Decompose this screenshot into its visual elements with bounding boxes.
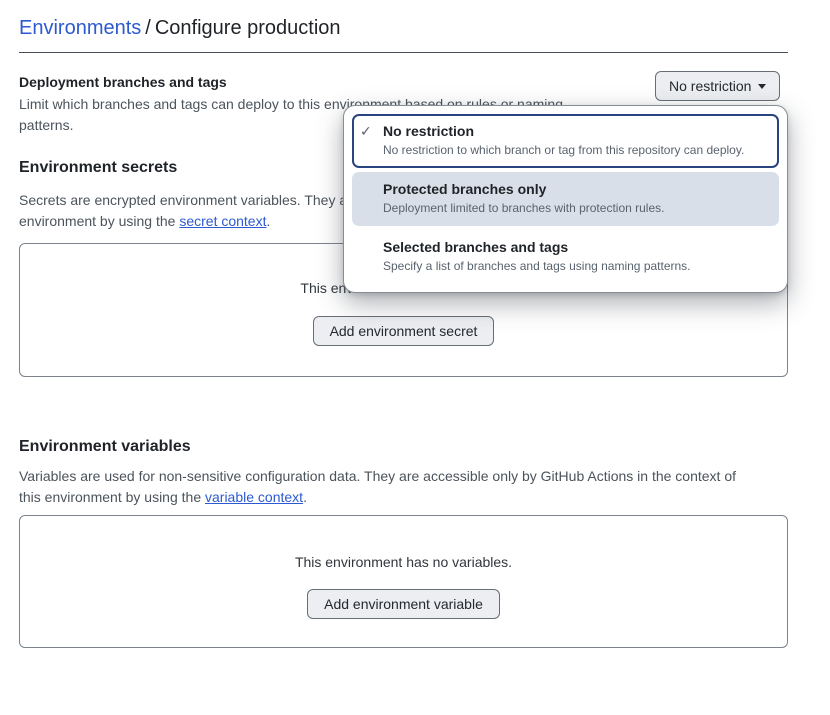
page-title: Configure production bbox=[155, 17, 341, 39]
menu-item-description: Deployment limited to branches with prot… bbox=[383, 199, 664, 218]
variables-empty-box: This environment has no variables. Add e… bbox=[19, 515, 788, 648]
environment-variables-description: Variables are used for non-sensitive con… bbox=[19, 466, 788, 508]
variable-context-link[interactable]: variable context bbox=[205, 489, 303, 505]
menu-item-selected-branches[interactable]: Selected branches and tags Specify a lis… bbox=[352, 230, 779, 284]
menu-item-no-restriction[interactable]: ✓ No restriction No restriction to which… bbox=[352, 114, 779, 168]
variables-description-line2: this environment by using the variable c… bbox=[19, 487, 788, 508]
menu-item-description: No restriction to which branch or tag fr… bbox=[383, 141, 744, 160]
menu-item-label: Protected branches only bbox=[383, 179, 664, 199]
menu-item-label: No restriction bbox=[383, 121, 744, 141]
variables-empty-text: This environment has no variables. bbox=[295, 552, 512, 572]
branch-policy-menu: ✓ No restriction No restriction to which… bbox=[343, 105, 788, 293]
secret-context-link[interactable]: secret context bbox=[179, 213, 266, 229]
breadcrumb: Environments/Configure production bbox=[19, 15, 341, 41]
breadcrumb-separator: / bbox=[145, 17, 151, 39]
dropdown-caret-icon bbox=[758, 84, 766, 89]
environment-settings-page: Environments/Configure production Deploy… bbox=[0, 0, 830, 715]
environment-secrets-heading: Environment secrets bbox=[19, 156, 177, 180]
environments-link[interactable]: Environments bbox=[19, 17, 141, 39]
add-environment-variable-button[interactable]: Add environment variable bbox=[307, 589, 500, 619]
check-icon: ✓ bbox=[360, 121, 383, 141]
menu-item-description: Specify a list of branches and tags usin… bbox=[383, 257, 691, 276]
deployment-branches-heading: Deployment branches and tags bbox=[19, 73, 227, 91]
menu-item-protected-branches[interactable]: Protected branches only Deployment limit… bbox=[352, 172, 779, 226]
branch-policy-dropdown-label: No restriction bbox=[669, 78, 751, 94]
menu-item-label: Selected branches and tags bbox=[383, 237, 691, 257]
environment-variables-heading: Environment variables bbox=[19, 435, 191, 459]
header-divider bbox=[19, 52, 788, 53]
branch-policy-dropdown-button[interactable]: No restriction bbox=[655, 71, 780, 101]
variables-description-line1: Variables are used for non-sensitive con… bbox=[19, 466, 788, 487]
add-environment-secret-button[interactable]: Add environment secret bbox=[313, 316, 495, 346]
